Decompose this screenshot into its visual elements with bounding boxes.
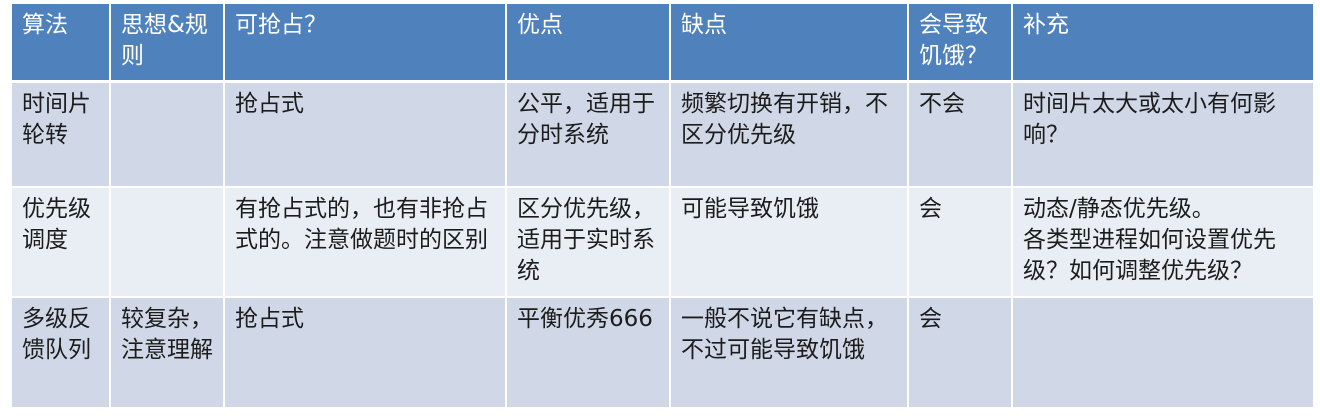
cell-disadvantages: 可能导致饥饿 <box>670 187 909 298</box>
header-starvation: 会导致饥饿？ <box>908 4 1013 83</box>
header-algorithm: 算法 <box>12 4 111 83</box>
cell-algorithm: 时间片轮转 <box>12 81 111 188</box>
cell-starvation: 会 <box>908 297 1013 409</box>
comparison-table-container: 算法 思想&规则 可抢占？ 优点 缺点 会导致饥饿？ 补充 时间片轮转 抢占式 … <box>12 4 1315 409</box>
cell-idea-rules: 较复杂，注意理解 <box>110 297 225 409</box>
header-row: 算法 思想&规则 可抢占？ 优点 缺点 会导致饥饿？ 补充 <box>12 4 1315 83</box>
cell-advantages: 平衡优秀666 <box>506 297 671 409</box>
header-preemptive: 可抢占？ <box>224 4 507 83</box>
table-row: 时间片轮转 抢占式 公平，适用于分时系统 频繁切换有开销，不区分优先级 不会 时… <box>12 81 1315 188</box>
cell-idea-rules <box>110 187 225 298</box>
cell-starvation: 不会 <box>908 81 1013 188</box>
cell-preemptive: 抢占式 <box>224 297 507 409</box>
cell-idea-rules <box>110 81 225 188</box>
cell-algorithm: 多级反馈队列 <box>12 297 111 409</box>
cell-notes <box>1012 297 1315 409</box>
cell-preemptive: 有抢占式的，也有非抢占式的。注意做题时的区别 <box>224 187 507 298</box>
cell-advantages: 区分优先级，适用于实时系统 <box>506 187 671 298</box>
header-disadvantages: 缺点 <box>670 4 909 83</box>
cell-notes: 动态/静态优先级。 各类型进程如何设置优先级？如何调整优先级？ <box>1012 187 1315 298</box>
header-notes: 补充 <box>1012 4 1315 83</box>
cell-algorithm: 优先级调度 <box>12 187 111 298</box>
header-idea-rules: 思想&规则 <box>110 4 225 83</box>
cell-notes: 时间片太大或太小有何影响？ <box>1012 81 1315 188</box>
table-row: 多级反馈队列 较复杂，注意理解 抢占式 平衡优秀666 一般不说它有缺点，不过可… <box>12 297 1315 409</box>
header-advantages: 优点 <box>506 4 671 83</box>
scheduling-algorithm-comparison-table: 算法 思想&规则 可抢占？ 优点 缺点 会导致饥饿？ 补充 时间片轮转 抢占式 … <box>12 4 1315 409</box>
cell-preemptive: 抢占式 <box>224 81 507 188</box>
cell-advantages: 公平，适用于分时系统 <box>506 81 671 188</box>
cell-starvation: 会 <box>908 187 1013 298</box>
table-row: 优先级调度 有抢占式的，也有非抢占式的。注意做题时的区别 区分优先级，适用于实时… <box>12 187 1315 298</box>
cell-disadvantages: 频繁切换有开销，不区分优先级 <box>670 81 909 188</box>
cell-disadvantages: 一般不说它有缺点，不过可能导致饥饿 <box>670 297 909 409</box>
